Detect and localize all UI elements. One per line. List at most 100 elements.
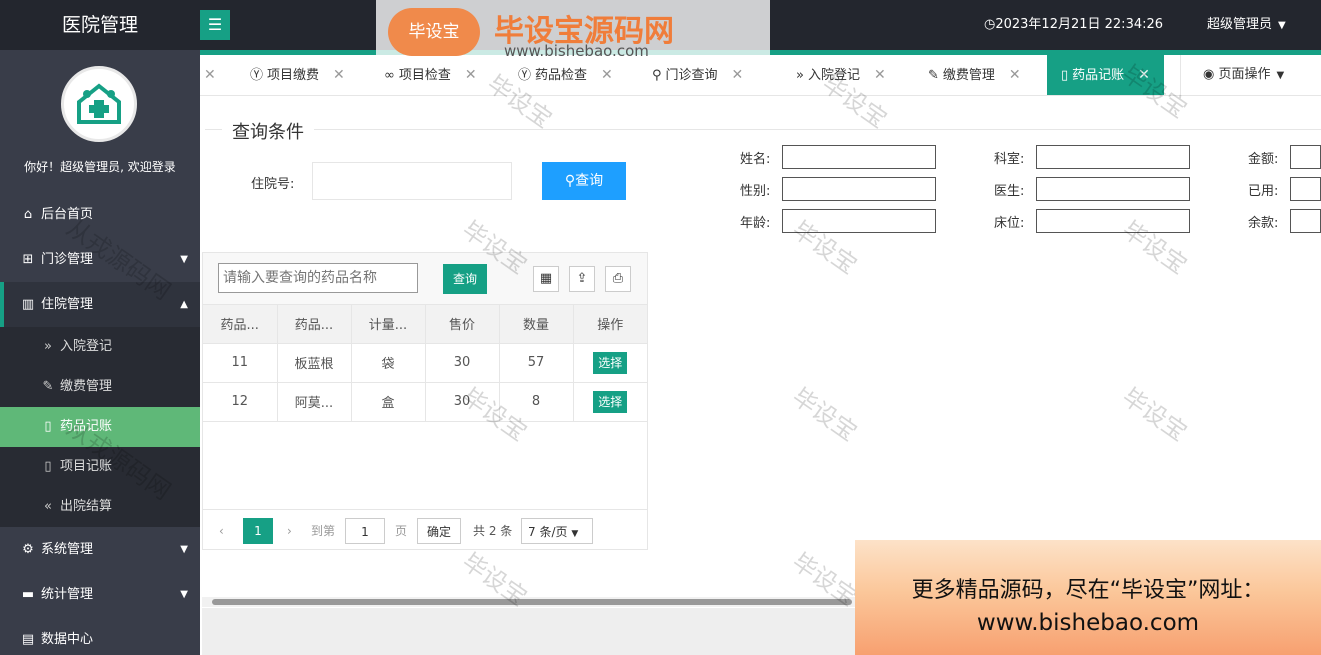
close-icon[interactable]: ✕ [732,67,744,83]
age-field[interactable] [782,209,936,233]
tab-payment[interactable]: ✎ 缴费管理 ✕ [928,55,1021,95]
close-icon[interactable]: ✕ [601,67,613,83]
table-cell: 盒 [351,382,426,422]
table-cell: 30 [425,382,500,422]
name-field[interactable] [782,145,936,169]
doctor-field[interactable] [1036,177,1190,201]
search-icon: ⚲ [652,68,662,83]
prev-page-icon[interactable]: ‹ [219,518,224,544]
column-header[interactable]: 药品... [277,305,352,344]
sidebar-item-statistics[interactable]: ▬ 统计管理 ▼ [0,572,200,617]
query-button[interactable]: ⚲查询 [542,162,626,200]
watermark-text: 毕设宝 [787,382,863,447]
balance-label: 余款: [1248,216,1279,231]
table-row: 11 板蓝根 袋 30 57 选择 [203,343,647,383]
dept-label: 科室: [994,152,1025,167]
caret-down-icon: ▼ [180,589,188,600]
select-button[interactable]: 选择 [593,390,628,413]
per-page-select[interactable]: 7 条/页 ▼ [521,518,593,544]
sidebar: 你好！超级管理员, 欢迎登录 ⌂ 后台首页 ⊞ 门诊管理 ▼ ▥ 住院管理 ▲ » 入院… [0,50,200,655]
tab-drug-billing[interactable]: ▯ 药品记账 ✕ [1047,55,1164,95]
close-icon[interactable]: ✕ [204,55,216,95]
caret-up-icon: ▲ [180,299,188,310]
caret-down-icon: ▼ [1276,70,1285,81]
user-menu[interactable]: 超级管理员 ▼ [1207,0,1286,50]
sidebar-item-inpatient[interactable]: ▥ 住院管理 ▲ [0,282,200,327]
close-icon[interactable]: ✕ [465,67,477,83]
caret-down-icon: ▼ [571,529,579,539]
edit-icon: ✎ [928,68,939,83]
sidebar-item-item-billing[interactable]: ▯ 项目记账 [0,447,200,487]
book-icon: ▯ [44,459,52,474]
column-header[interactable]: 数量 [499,305,574,344]
chart-icon: ▬ [21,587,35,602]
age-label: 年龄: [740,216,771,231]
table-cell: 12 [203,382,278,422]
close-icon[interactable]: ✕ [1138,67,1150,83]
yen-icon: Ⓨ [250,68,264,83]
print-icon[interactable]: ⎙ [605,266,631,292]
columns-icon[interactable]: ▦ [533,266,559,292]
sidebar-item-home[interactable]: ⌂ 后台首页 [0,192,200,237]
avatar [61,66,137,142]
dept-field[interactable] [1036,145,1190,169]
goto-label: 到第 [311,524,336,538]
column-header[interactable]: 售价 [425,305,500,344]
sidebar-item-data[interactable]: ▤ 数据中心 [0,617,200,655]
table-cell: 选择 [573,343,647,383]
sidebar-item-outpatient[interactable]: ⊞ 门诊管理 ▼ [0,237,200,282]
page-operations-menu[interactable]: ◉ 页面操作 ▼ [1180,55,1321,95]
sidebar-nav: ⌂ 后台首页 ⊞ 门诊管理 ▼ ▥ 住院管理 ▲ » 入院登记 ✎ 缴费管理 ▯ 药品记账 … [0,192,200,655]
goto-page-input[interactable]: 1 [345,518,385,544]
close-icon[interactable]: ✕ [874,67,886,83]
balance-field[interactable] [1290,209,1321,233]
table-header-row: 药品... 药品... 计量... 售价 数量 操作 [203,305,647,344]
caret-down-icon: ▼ [1278,20,1286,31]
inpatient-number-label: 住院号: [251,177,295,192]
amount-field[interactable] [1290,145,1321,169]
hospital-logo-icon [77,83,121,124]
sidebar-item-payment[interactable]: ✎ 缴费管理 [0,367,200,407]
top-header: 医院管理 ☰ ◷2023年12月21日 22:34:26 超级管理员 ▼ [0,0,1321,50]
used-field[interactable] [1290,177,1321,201]
welcome-text: 你好！超级管理员, 欢迎登录 [24,160,176,174]
hamburger-icon[interactable]: ☰ [200,10,230,40]
tab-drug-check[interactable]: Ⓨ 药品检查 ✕ [518,55,613,95]
tab-outpatient-query[interactable]: ⚲ 门诊查询 ✕ [652,55,743,95]
home-icon: ⌂ [23,207,33,222]
bed-icon: ▥ [21,297,35,312]
sidebar-item-system[interactable]: ⚙ 系统管理 ▼ [0,527,200,572]
close-icon[interactable]: ✕ [333,67,345,83]
sidebar-item-admission[interactable]: » 入院登记 [0,327,200,367]
column-header[interactable]: 计量... [351,305,426,344]
database-icon: ▤ [21,632,35,647]
tab-admission[interactable]: » 入院登记 ✕ [796,55,886,95]
scrollbar-thumb[interactable] [212,599,852,605]
app-title: 医院管理 [61,14,138,36]
yen-icon: Ⓨ [518,68,532,83]
tab-project-payment[interactable]: Ⓨ 项目缴费 ✕ [250,55,345,95]
table-cell: 30 [425,343,500,383]
sidebar-item-discharge[interactable]: «出院结算 [0,487,200,527]
drug-search-input[interactable] [218,263,418,293]
select-button[interactable]: 选择 [593,351,628,374]
tab-project-check[interactable]: ∞ 项目检查 ✕ [384,55,477,95]
inpatient-number-input[interactable] [312,162,512,200]
close-icon[interactable]: ✕ [1009,67,1021,83]
amount-label: 金额: [1248,152,1279,167]
export-icon[interactable]: ⇪ [569,266,595,292]
used-label: 已用: [1248,184,1279,199]
fieldset-line [205,129,1321,130]
double-chevron-right-icon: » [796,68,804,83]
column-header: 操作 [573,305,647,344]
confirm-page-button[interactable]: 确定 [417,518,461,544]
next-page-icon[interactable]: › [287,518,292,544]
sidebar-item-drug-billing[interactable]: ▯ 药品记账 [0,407,200,447]
page-1-button[interactable]: 1 [243,518,273,544]
column-header[interactable]: 药品... [203,305,278,344]
horizontal-scrollbar[interactable] [202,597,962,607]
gender-field[interactable] [782,177,936,201]
table-cell: 袋 [351,343,426,383]
drug-search-button[interactable]: 查询 [443,264,487,294]
bed-field[interactable] [1036,209,1190,233]
